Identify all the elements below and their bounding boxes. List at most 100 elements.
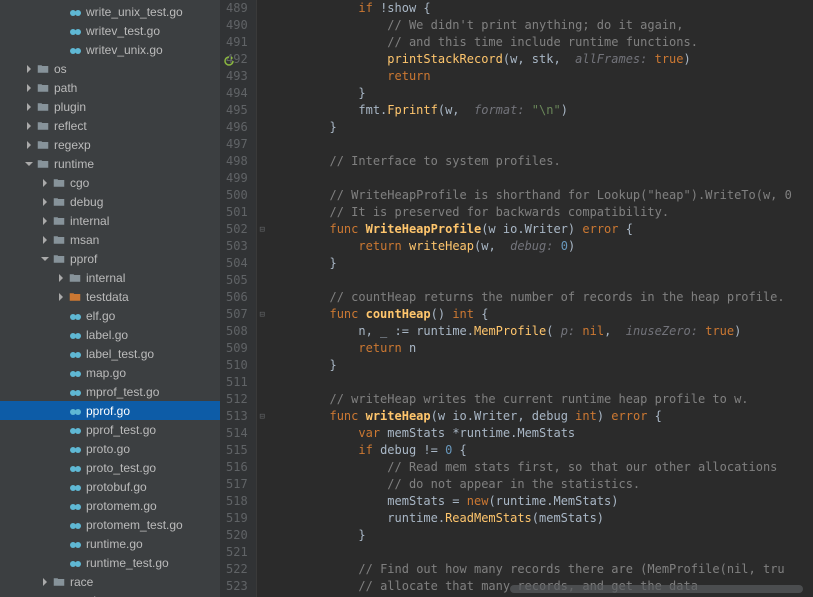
chevron-right-icon[interactable] xyxy=(40,577,50,587)
go-file-icon xyxy=(68,366,82,380)
tree-item-protobuf-go[interactable]: protobuf.go xyxy=(0,477,220,496)
code-line[interactable]: // Interface to system profiles. xyxy=(272,153,813,170)
code-line[interactable] xyxy=(272,272,813,289)
tree-item-regexp[interactable]: regexp xyxy=(0,135,220,154)
tree-item-label: internal xyxy=(70,214,109,228)
tree-item-label_test-go[interactable]: label_test.go xyxy=(0,344,220,363)
project-tree[interactable]: write_unix_test.gowritev_test.gowritev_u… xyxy=(0,0,220,597)
code-line[interactable]: // We didn't print anything; do it again… xyxy=(272,17,813,34)
tree-item-write_unix_test-go[interactable]: write_unix_test.go xyxy=(0,2,220,21)
code-line[interactable]: // WriteHeapProfile is shorthand for Loo… xyxy=(272,187,813,204)
code-line[interactable]: // and this time include runtime functio… xyxy=(272,34,813,51)
tree-item-mprof_test-go[interactable]: mprof_test.go xyxy=(0,382,220,401)
fold-handle[interactable]: ⊟ xyxy=(257,221,268,238)
tree-item-proto-go[interactable]: proto.go xyxy=(0,439,220,458)
chevron-right-icon[interactable] xyxy=(40,197,50,207)
tree-item-plugin[interactable]: plugin xyxy=(0,97,220,116)
chevron-right-icon[interactable] xyxy=(24,83,34,93)
tree-item-testdata[interactable]: testdata xyxy=(0,591,220,597)
tree-item-map-go[interactable]: map.go xyxy=(0,363,220,382)
tree-item-reflect[interactable]: reflect xyxy=(0,116,220,135)
code-line[interactable]: // Read mem stats first, so that our oth… xyxy=(272,459,813,476)
code-line[interactable]: return n xyxy=(272,340,813,357)
code-line[interactable]: } xyxy=(272,119,813,136)
fold-column[interactable]: ⊟ ⊟ ⊟ xyxy=(256,0,268,597)
tree-item-label: proto.go xyxy=(86,442,130,456)
chevron-right-icon[interactable] xyxy=(56,292,66,302)
code-line[interactable]: func countHeap() int { xyxy=(272,306,813,323)
tree-item-cgo[interactable]: cgo xyxy=(0,173,220,192)
horizontal-scrollbar[interactable] xyxy=(510,585,803,593)
chevron-down-icon[interactable] xyxy=(24,159,34,169)
code-line[interactable] xyxy=(272,374,813,391)
fold-handle[interactable]: ⊟ xyxy=(257,306,268,323)
chevron-right-icon[interactable] xyxy=(40,235,50,245)
tree-item-label-go[interactable]: label.go xyxy=(0,325,220,344)
tree-item-race[interactable]: race xyxy=(0,572,220,591)
tree-item-protomem-go[interactable]: protomem.go xyxy=(0,496,220,515)
tree-item-runtime_test-go[interactable]: runtime_test.go xyxy=(0,553,220,572)
tree-item-pprof-go[interactable]: pprof.go xyxy=(0,401,220,420)
code-line[interactable] xyxy=(272,544,813,561)
code-line[interactable]: // Find out how many records there are (… xyxy=(272,561,813,578)
chevron-right-icon[interactable] xyxy=(24,140,34,150)
tree-item-proto_test-go[interactable]: proto_test.go xyxy=(0,458,220,477)
code-line[interactable]: runtime.ReadMemStats(memStats) xyxy=(272,510,813,527)
line-number: 494 xyxy=(226,85,248,102)
code-line[interactable]: } xyxy=(272,527,813,544)
tree-item-debug[interactable]: debug xyxy=(0,192,220,211)
go-file-icon xyxy=(68,43,82,57)
line-number: 509 xyxy=(226,340,248,357)
tree-item-pprof_test-go[interactable]: pprof_test.go xyxy=(0,420,220,439)
code-line[interactable]: if !show { xyxy=(272,0,813,17)
go-file-icon xyxy=(68,404,82,418)
code-editor[interactable]: 4894904914924934944954964974984995005015… xyxy=(220,0,813,597)
fold-handle[interactable]: ⊟ xyxy=(257,408,268,425)
code-line[interactable]: } xyxy=(272,85,813,102)
code-line[interactable]: fmt.Fprintf(w, format: "\n") xyxy=(272,102,813,119)
line-number: 500 xyxy=(226,187,248,204)
code-line[interactable]: } xyxy=(272,357,813,374)
code-line[interactable]: if debug != 0 { xyxy=(272,442,813,459)
chevron-down-icon[interactable] xyxy=(40,254,50,264)
code-line[interactable]: // It is preserved for backwards compati… xyxy=(272,204,813,221)
code-line[interactable] xyxy=(272,136,813,153)
tree-item-runtime[interactable]: runtime xyxy=(0,154,220,173)
tree-item-os[interactable]: os xyxy=(0,59,220,78)
code-line[interactable]: } xyxy=(272,255,813,272)
go-file-icon xyxy=(68,24,82,38)
code-line[interactable]: return xyxy=(272,68,813,85)
chevron-right-icon[interactable] xyxy=(24,121,34,131)
tree-item-writev_unix-go[interactable]: writev_unix.go xyxy=(0,40,220,59)
chevron-right-icon[interactable] xyxy=(24,102,34,112)
code-line[interactable]: // countHeap returns the number of recor… xyxy=(272,289,813,306)
code-line[interactable]: memStats = new(runtime.MemStats) xyxy=(272,493,813,510)
folder-icon xyxy=(36,81,50,95)
tree-item-msan[interactable]: msan xyxy=(0,230,220,249)
code-line[interactable]: func writeHeap(w io.Writer, debug int) e… xyxy=(272,408,813,425)
fold-handle xyxy=(257,238,268,255)
code-area[interactable]: if !show { // We didn't print anything; … xyxy=(268,0,813,597)
code-line[interactable]: return writeHeap(w, debug: 0) xyxy=(272,238,813,255)
tree-item-testdata[interactable]: testdata xyxy=(0,287,220,306)
tree-item-pprof[interactable]: pprof xyxy=(0,249,220,268)
tree-item-internal[interactable]: internal xyxy=(0,211,220,230)
code-line[interactable]: func WriteHeapProfile(w io.Writer) error… xyxy=(272,221,813,238)
tree-item-elf-go[interactable]: elf.go xyxy=(0,306,220,325)
chevron-right-icon[interactable] xyxy=(40,216,50,226)
tree-item-protomem_test-go[interactable]: protomem_test.go xyxy=(0,515,220,534)
chevron-right-icon[interactable] xyxy=(24,64,34,74)
tree-item-path[interactable]: path xyxy=(0,78,220,97)
chevron-right-icon[interactable] xyxy=(40,178,50,188)
code-line[interactable] xyxy=(272,170,813,187)
chevron-right-icon[interactable] xyxy=(56,273,66,283)
gutter-recursive-icon[interactable] xyxy=(224,54,234,64)
code-line[interactable]: n, _ := runtime.MemProfile( p: nil, inus… xyxy=(272,323,813,340)
code-line[interactable]: printStackRecord(w, stk, allFrames: true… xyxy=(272,51,813,68)
code-line[interactable]: // do not appear in the statistics. xyxy=(272,476,813,493)
tree-item-runtime-go[interactable]: runtime.go xyxy=(0,534,220,553)
code-line[interactable]: // writeHeap writes the current runtime … xyxy=(272,391,813,408)
tree-item-internal[interactable]: internal xyxy=(0,268,220,287)
tree-item-writev_test-go[interactable]: writev_test.go xyxy=(0,21,220,40)
code-line[interactable]: var memStats *runtime.MemStats xyxy=(272,425,813,442)
